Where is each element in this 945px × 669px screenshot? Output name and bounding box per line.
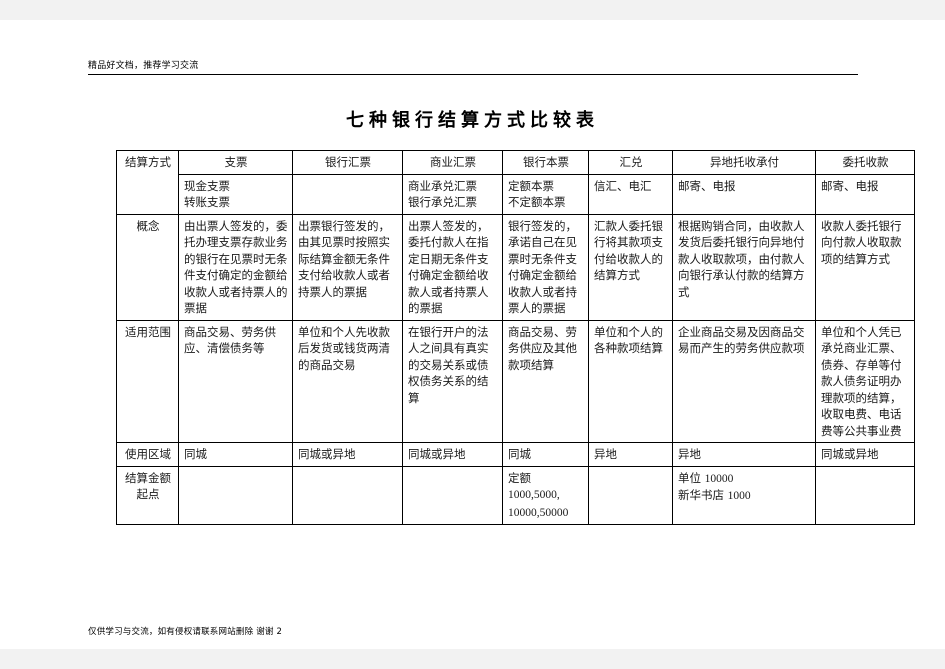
cell-concept-3: 银行签发的，承诺自己在见票时无条件支付确定金额给收款人或者持票人的票据 — [502, 213, 589, 321]
cell-concept-4: 汇款人委托银行将其款项支付给收款人的结算方式 — [588, 213, 673, 321]
cell-scope-0: 商品交易、劳务供应、清偿债务等 — [178, 319, 293, 443]
page-header: 精品好文档，推荐学习交流 — [88, 60, 858, 75]
cell-scope-4: 单位和个人的各种款项结算 — [588, 319, 673, 443]
table-row: 适用范围 商品交易、劳务供应、清偿债务等 单位和个人先收款后发货或钱货两清的商品… — [116, 319, 915, 443]
column-header-6: 委托收款 — [815, 150, 915, 175]
row-label-scope: 适用范围 — [116, 319, 179, 443]
cell-scope-3: 商品交易、劳务供应及其他款项结算 — [502, 319, 589, 443]
column-header-5: 异地托收承付 — [672, 150, 816, 175]
page-footer-note: 仅供学习与交流，如有侵权请联系网站删除 谢谢 2 — [88, 627, 283, 637]
row-label-minimum: 结算金额起点 — [116, 465, 179, 525]
column-subtypes-6: 邮寄、电报 — [815, 173, 915, 215]
column-subtypes-4: 信汇、电汇 — [588, 173, 673, 215]
column-header-4: 汇兑 — [588, 150, 673, 175]
page-footer: 仅供学习与交流，如有侵权请联系网站删除 谢谢 2 — [88, 626, 858, 638]
table-row: 使用区域 同城 同城或异地 同城或异地 同城 异地 异地 同城或异地 — [116, 442, 915, 467]
table-row: 概念 由出票人签发的，委托办理支票存款业务的银行在见票时无条件支付确定的金额给收… — [116, 213, 915, 321]
page-header-note: 精品好文档，推荐学习交流 — [88, 61, 199, 71]
cell-minimum-3: 定额 1000,5000, 10000,50000 — [502, 465, 589, 525]
column-subtypes-1 — [292, 173, 403, 215]
column-subtypes-3: 定额本票 不定额本票 — [502, 173, 589, 215]
column-header-2: 商业汇票 — [402, 150, 503, 175]
cell-concept-5: 根据购销合同，由收款人发货后委托银行向异地付款人收取款项，由付款人向银行承认付款… — [672, 213, 816, 321]
comparison-table-container: 结算方式 支票 银行汇票 商业汇票 银行本票 汇兑 异地托收承付 委托收款 现金… — [116, 150, 915, 525]
cell-region-1: 同城或异地 — [292, 442, 403, 467]
page-title: 七种银行结算方式比较表 — [346, 110, 599, 131]
settlement-comparison-table: 结算方式 支票 银行汇票 商业汇票 银行本票 汇兑 异地托收承付 委托收款 现金… — [116, 150, 915, 525]
cell-region-6: 同城或异地 — [815, 442, 915, 467]
table-row-header-subtypes: 现金支票 转账支票 商业承兑汇票 银行承兑汇票 定额本票 不定额本票 信汇、电汇… — [117, 173, 915, 215]
cell-region-0: 同城 — [178, 442, 293, 467]
cell-minimum-6 — [815, 465, 915, 525]
table-row-header-names: 结算方式 支票 银行汇票 商业汇票 银行本票 汇兑 异地托收承付 委托收款 — [116, 150, 915, 215]
cell-concept-1: 出票银行签发的，由其见票时按照实际结算金额无条件支付给收款人或者持票人的票据 — [292, 213, 403, 321]
cell-scope-2: 在银行开户的法人之间具有真实的交易关系或债权债务关系的结算 — [402, 319, 503, 443]
cell-minimum-1 — [292, 465, 403, 525]
cell-minimum-4 — [588, 465, 673, 525]
cell-scope-1: 单位和个人先收款后发货或钱货两清的商品交易 — [292, 319, 403, 443]
cell-concept-0: 由出票人签发的，委托办理支票存款业务的银行在见票时无条件支付确定的金额给收款人或… — [178, 213, 293, 321]
cell-region-5: 异地 — [672, 442, 816, 467]
cell-concept-2: 出票人签发的，委托付款人在指定日期无条件支付确定金额给收款人或者持票人的票据 — [402, 213, 503, 321]
column-subtypes-0: 现金支票 转账支票 — [178, 173, 293, 215]
column-header-1: 银行汇票 — [292, 150, 403, 175]
cell-scope-6: 单位和个人凭已承兑商业汇票、债券、存单等付款人债务证明办理款项的结算，收取电费、… — [815, 319, 915, 443]
cell-minimum-5: 单位 10000 新华书店 1000 — [672, 465, 816, 525]
table-row: 结算金额起点 定额 1000,5000, 10000,50000 单位 10000 新… — [116, 465, 915, 525]
column-subtypes-5: 邮寄、电报 — [672, 173, 816, 215]
cell-region-3: 同城 — [502, 442, 589, 467]
cell-concept-6: 收款人委托银行向付款人收取款项的结算方式 — [815, 213, 915, 321]
document-page: 精品好文档，推荐学习交流 七种银行结算方式比较表 结算方式 支票 银行汇票 商业… — [0, 20, 945, 649]
cell-minimum-2 — [402, 465, 503, 525]
row-label-concept: 概念 — [116, 213, 179, 321]
column-subtypes-2: 商业承兑汇票 银行承兑汇票 — [402, 173, 503, 215]
cell-minimum-0 — [178, 465, 293, 525]
row-label-region: 使用区域 — [116, 442, 179, 467]
column-header-3: 银行本票 — [502, 150, 589, 175]
column-header-0: 支票 — [178, 150, 293, 175]
cell-scope-5: 企业商品交易及因商品交易而产生的劳务供应款项 — [672, 319, 816, 443]
cell-region-4: 异地 — [588, 442, 673, 467]
cell-region-2: 同城或异地 — [402, 442, 503, 467]
table-corner-label: 结算方式 — [116, 150, 179, 215]
